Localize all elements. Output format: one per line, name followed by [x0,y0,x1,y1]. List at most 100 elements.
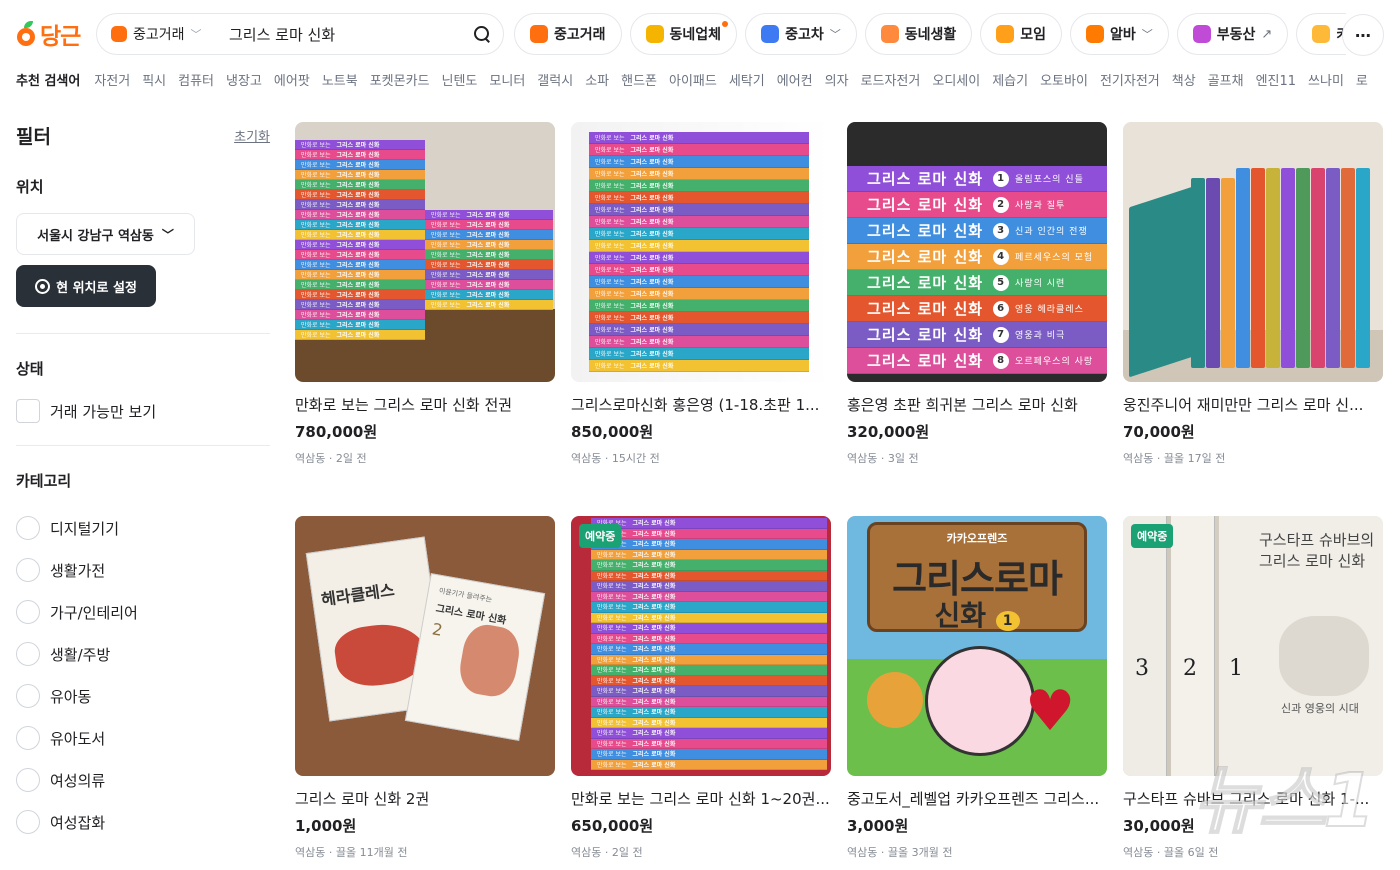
category-radio[interactable] [16,684,40,708]
product-meta: 역삼동 · 2일 전 [571,846,643,859]
book-spine [1221,178,1235,368]
keyword-link[interactable]: 핸드폰 [621,70,657,89]
category-option[interactable]: 여성잡화 [16,801,270,843]
location-select[interactable]: 서울시 강남구 역삼동 ﹀ [16,213,195,255]
keyword-link[interactable]: 컴퓨터 [178,70,214,89]
spine-prefix: 만화로 보는 [597,719,627,727]
nav-pill[interactable]: 부동산 ↗ [1176,13,1289,55]
product-card[interactable]: 만화로 보는그리스 로마 신화만화로 보는그리스 로마 신화만화로 보는그리스 … [571,122,831,506]
book-spine: 그리스 로마 신화 6 영웅 헤라클레스 [847,296,1107,322]
keyword-link[interactable]: 쓰나미 [1308,70,1344,89]
spine-title: 그리스 로마 신화 [466,222,510,229]
keyword-link[interactable]: 전기자전거 [1100,70,1160,89]
product-thumbnail[interactable]: 3 2 1 구스타프 슈바브의 그리스 로마 신화 신과 영웅의 시대 예약중 [1123,516,1383,776]
category-option[interactable]: 가구/인테리어 [16,591,270,633]
category-option[interactable]: 여성의류 [16,759,270,801]
spine-title: 그리스 로마 신화 [336,222,380,229]
search-category-select[interactable]: 중고거래 ﹀ [111,24,229,44]
product-card[interactable]: 웅진주니어 재미만만 그리스 로마 신... 70,000원 역삼동 · 끌올 … [1123,122,1383,506]
spine-title: 그리스 로마 신화 [630,183,674,190]
keyword-link[interactable]: 냉장고 [226,70,262,89]
keyword-link[interactable]: 아이패드 [669,70,717,89]
product-thumbnail[interactable]: 만화로 보는그리스 로마 신화만화로 보는그리스 로마 신화만화로 보는그리스 … [295,122,555,382]
keyword-link[interactable]: 로 [1356,70,1368,89]
spine-title: 그리스 로마 신화 [632,751,676,759]
product-card[interactable]: 그리스 로마 신화 1 올림포스의 신들 그리스 로마 신화 2 사랑과 질투 그리스 로마… [847,122,1107,506]
keyword-link[interactable]: 에어컨 [777,70,813,89]
search-box[interactable]: 중고거래 ﹀ 그리스 로마 신화 [96,13,504,55]
category-radio[interactable] [16,726,40,750]
keyword-link[interactable]: 의자 [825,70,849,89]
chevron-down-icon: ﹀ [161,227,174,242]
filter-title: 필터 [16,125,51,148]
category-radio[interactable] [16,642,40,666]
external-link-icon: ↗ [1261,26,1273,42]
book-spine: 만화로 보는그리스 로마 신화 [591,549,827,560]
keyword-link[interactable]: 모니터 [489,70,525,89]
available-only-option[interactable]: 거래 가능만 보기 [16,399,270,423]
nav-pill[interactable]: 동네생활 [864,13,973,55]
search-icon[interactable] [473,25,491,43]
product-thumbnail[interactable]: 만화로 보는그리스 로마 신화만화로 보는그리스 로마 신화만화로 보는그리스 … [571,516,831,776]
reset-filter-link[interactable]: 초기화 [234,126,270,145]
keyword-link[interactable]: 책상 [1172,70,1196,89]
keyword-link[interactable]: 오토바이 [1040,70,1088,89]
book-spine: 만화로 보는그리스 로마 신화 [295,190,425,200]
category-option[interactable]: 디지털기기 [16,507,270,549]
category-option[interactable]: 유아도서 [16,717,270,759]
book-spine: 만화로 보는그리스 로마 신화 [591,591,827,602]
spine-title: 그리스 로마 신화 [632,583,676,591]
keyword-link[interactable]: 에어팟 [274,70,310,89]
product-card[interactable]: 만화로 보는그리스 로마 신화만화로 보는그리스 로마 신화만화로 보는그리스 … [571,516,831,870]
category-radio[interactable] [16,600,40,624]
product-thumbnail[interactable] [1123,122,1383,382]
product-card[interactable]: 만화로 보는그리스 로마 신화만화로 보는그리스 로마 신화만화로 보는그리스 … [295,122,555,506]
nav-pill[interactable]: 알바 ﹀ [1070,13,1169,55]
keyword-link[interactable]: 소파 [585,70,609,89]
nav-pill[interactable]: 중고거래 [514,13,622,55]
product-thumbnail[interactable]: 헤라클레스 이윤기가 들려주는 그리스 로마 신화 2 [295,516,555,776]
spine-subtitle: 신과 인간의 전쟁 [1015,227,1088,237]
category-option[interactable]: 유아동 [16,675,270,717]
keyword-link[interactable]: 제습기 [992,70,1028,89]
karrot-logo[interactable]: 당근 [16,17,96,51]
keyword-link[interactable]: 포켓몬카드 [370,70,430,89]
keyword-link[interactable]: 오디세이 [932,70,980,89]
category-option[interactable]: 생활가전 [16,549,270,591]
keyword-link[interactable]: 자전거 [94,70,130,89]
keyword-link[interactable]: 로드자전거 [861,70,921,89]
nav-pill[interactable]: 동네업체 [629,13,738,55]
category-radio[interactable] [16,768,40,792]
spine-title: 그리스 로마 신화 [632,530,676,538]
current-location-button[interactable]: 현 위치로 설정 [16,265,156,307]
keyword-link[interactable]: 세탁기 [729,70,765,89]
product-thumbnail[interactable]: 그리스 로마 신화 1 올림포스의 신들 그리스 로마 신화 2 사랑과 질투 그리스 로마… [847,122,1107,382]
spine-title: 그리스 로마 신화 [632,677,676,685]
product-card[interactable]: 헤라클레스 이윤기가 들려주는 그리스 로마 신화 2 그리스 로마 신화 2권… [295,516,555,870]
available-only-checkbox[interactable] [16,399,40,423]
news-watermark: 뉴스1 [1192,757,1376,845]
product-card[interactable]: 카카오프렌즈 그리스로마 신화 1 ♥ 중고도서_레벨업 카카오프렌즈 그리스.… [847,516,1107,870]
more-service-icon [1312,25,1331,43]
nav-pill[interactable]: 모임 [980,13,1062,55]
book-spine: 만화로 보는그리스 로마 신화 [591,539,827,550]
keyword-link[interactable]: 픽시 [142,70,166,89]
keyword-link[interactable]: 노트북 [322,70,358,89]
product-thumbnail[interactable]: 카카오프렌즈 그리스로마 신화 1 ♥ [847,516,1107,776]
category-option[interactable]: 생활/주방 [16,633,270,675]
nav-pill[interactable]: 중고차 ﹀ [745,13,857,55]
search-input[interactable]: 그리스 로마 신화 [229,24,473,45]
spine-prefix: 만화로 보는 [301,242,331,249]
keyword-link[interactable]: 닌텐도 [442,70,478,89]
keyword-link[interactable]: 갤럭시 [537,70,573,89]
nav-pill[interactable]: 카 [1296,13,1346,55]
spine-title: 그리스 로마 신화 [867,274,984,292]
reserved-badge: 예약중 [579,524,622,548]
product-thumbnail[interactable]: 만화로 보는그리스 로마 신화만화로 보는그리스 로마 신화만화로 보는그리스 … [571,122,831,382]
category-radio[interactable] [16,558,40,582]
keyword-link[interactable]: 엔진11 [1256,70,1296,89]
more-menu-button[interactable]: ⋯ [1342,14,1384,56]
category-radio[interactable] [16,516,40,540]
category-radio[interactable] [16,810,40,834]
keyword-link[interactable]: 골프채 [1208,70,1244,89]
